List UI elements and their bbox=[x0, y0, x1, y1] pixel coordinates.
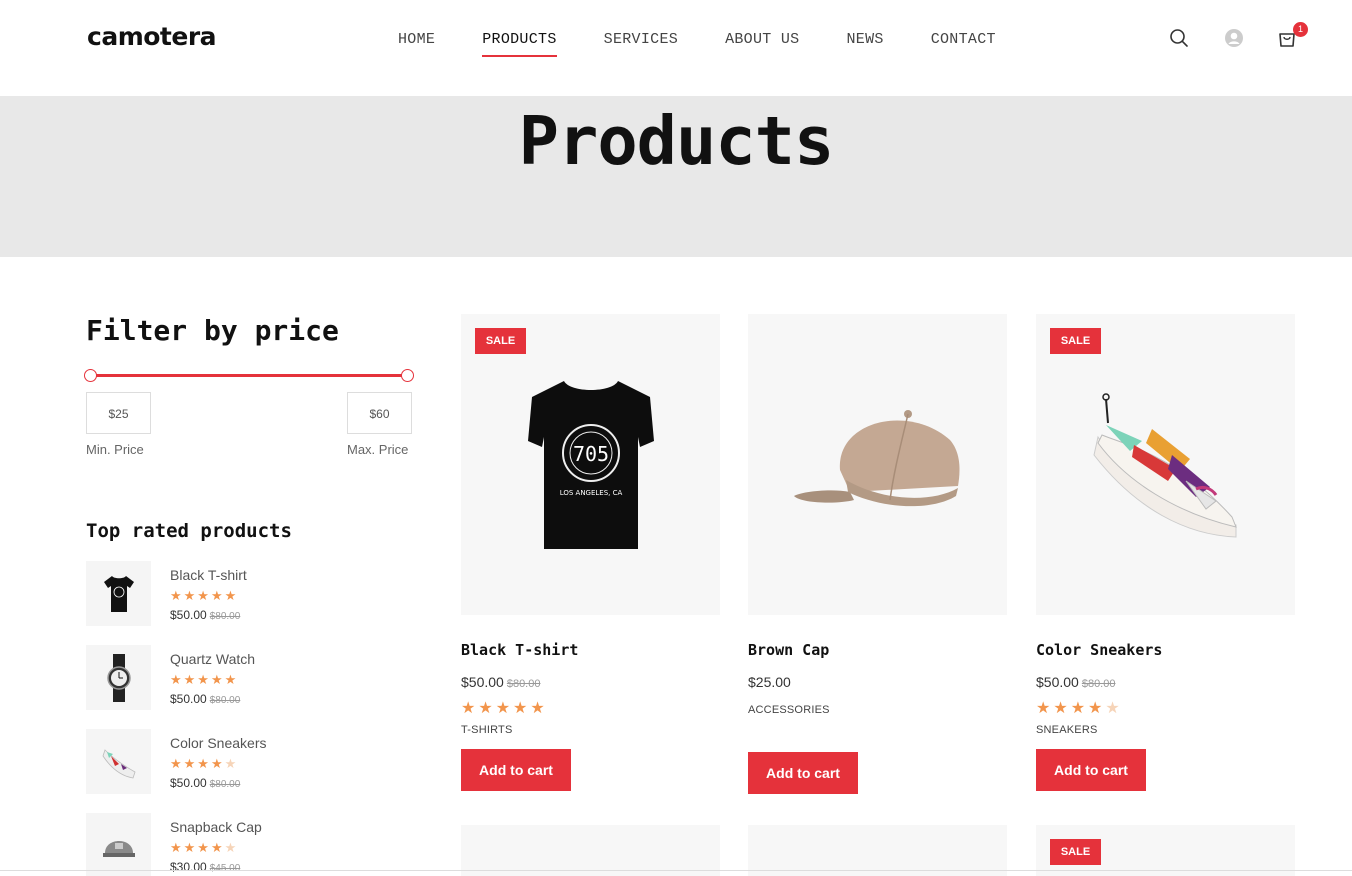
list-item[interactable]: Snapback Cap ★★★★★ $30.00 $45.00 bbox=[86, 813, 416, 876]
old-price: $80.00 bbox=[209, 611, 241, 622]
min-price-label: Min. Price bbox=[86, 442, 144, 457]
sidebar: Filter by price $25 $60 Min. Price Max. … bbox=[84, 314, 416, 876]
min-price-field[interactable]: $25 bbox=[86, 392, 151, 434]
page-title: Products bbox=[518, 102, 835, 180]
product-price: $50.00 $80.00 bbox=[170, 692, 240, 706]
product-price: $50.00 $80.00 bbox=[1036, 674, 1295, 690]
price: $25.00 bbox=[748, 674, 791, 690]
product-name[interactable]: Quartz Watch bbox=[170, 651, 255, 667]
product-name[interactable]: Color Sneakers bbox=[1036, 641, 1295, 659]
old-price: $80.00 bbox=[506, 678, 541, 690]
product-image[interactable]: SALE bbox=[1036, 314, 1295, 615]
product-image[interactable] bbox=[748, 314, 1007, 615]
old-price: $80.00 bbox=[1081, 678, 1116, 690]
svg-text:LOS ANGELES, CA: LOS ANGELES, CA bbox=[559, 489, 622, 497]
product-category[interactable]: ACCESSORIES bbox=[748, 704, 1007, 716]
product-thumbnail[interactable] bbox=[86, 729, 151, 794]
nav-home[interactable]: HOME bbox=[398, 31, 435, 57]
product-image[interactable]: SALE 705 LOS ANGELES, CA bbox=[461, 314, 720, 615]
page-banner: Products bbox=[0, 96, 1352, 257]
nav-about-us[interactable]: ABOUT US bbox=[725, 31, 799, 57]
nav-contact[interactable]: CONTACT bbox=[931, 31, 996, 57]
old-price: $80.00 bbox=[209, 695, 241, 706]
slider-track bbox=[90, 374, 407, 377]
product-name[interactable]: Black T-shirt bbox=[461, 641, 720, 659]
list-item[interactable]: Quartz Watch ★★★★★ $50.00 $80.00 bbox=[86, 645, 416, 729]
product-price: $50.00 $80.00 bbox=[170, 608, 240, 622]
product-price: $30.00 $45.00 bbox=[170, 860, 240, 874]
search-icon[interactable] bbox=[1169, 28, 1191, 50]
divider bbox=[0, 870, 1352, 871]
list-item[interactable]: Color Sneakers ★★★★★ $50.00 $80.00 bbox=[86, 729, 416, 813]
product-name[interactable]: Color Sneakers bbox=[170, 735, 267, 751]
price: $50.00 bbox=[1036, 674, 1079, 690]
rating-stars: ★★★★★ bbox=[170, 840, 239, 855]
product-thumbnail[interactable] bbox=[86, 813, 151, 876]
cart-count-badge: 1 bbox=[1293, 22, 1308, 37]
rating-stars: ★★★★★ bbox=[1036, 700, 1123, 717]
old-price: $45.00 bbox=[209, 863, 241, 874]
product-card: SALE 705 LOS ANGELES, CA Black T-shirt $… bbox=[461, 314, 720, 791]
product-name[interactable]: Black T-shirt bbox=[170, 567, 247, 583]
rating-stars: ★★★★★ bbox=[170, 756, 239, 771]
main-nav: HOME PRODUCTS SERVICES ABOUT US NEWS CON… bbox=[398, 31, 1043, 57]
logo[interactable]: camotera bbox=[87, 22, 217, 51]
rating-stars: ★★★★★ bbox=[170, 588, 239, 603]
filter-title: Filter by price bbox=[86, 314, 339, 347]
product-thumbnail[interactable] bbox=[86, 645, 151, 710]
price: $50.00 bbox=[170, 692, 207, 706]
sale-badge: SALE bbox=[1050, 839, 1101, 865]
product-card: SALE Color Sneakers $50.00 $80.00 ★★★★★ S… bbox=[1036, 314, 1295, 791]
sale-badge: SALE bbox=[475, 328, 526, 354]
top-rated-title: Top rated products bbox=[86, 520, 292, 542]
list-item[interactable]: Black T-shirt ★★★★★ $50.00 $80.00 bbox=[86, 561, 416, 645]
price: $30.00 bbox=[170, 860, 207, 874]
product-price: $50.00 $80.00 bbox=[170, 776, 240, 790]
max-price-label: Max. Price bbox=[347, 442, 409, 457]
product-card[interactable]: SALE bbox=[1036, 825, 1295, 876]
price-slider[interactable] bbox=[84, 369, 414, 382]
slider-max-handle[interactable] bbox=[401, 369, 414, 382]
price: $50.00 bbox=[170, 608, 207, 622]
nav-news[interactable]: NEWS bbox=[846, 31, 883, 57]
product-price: $50.00 $80.00 bbox=[461, 674, 720, 690]
product-name[interactable]: Snapback Cap bbox=[170, 819, 262, 835]
sale-badge: SALE bbox=[1050, 328, 1101, 354]
site-header: camotera HOME PRODUCTS SERVICES ABOUT US… bbox=[0, 0, 1352, 96]
product-price: $25.00 bbox=[748, 674, 1007, 690]
product-name[interactable]: Brown Cap bbox=[748, 641, 1007, 659]
nav-products[interactable]: PRODUCTS bbox=[482, 31, 558, 57]
price: $50.00 bbox=[461, 674, 504, 690]
add-to-cart-button[interactable]: Add to cart bbox=[461, 749, 571, 791]
add-to-cart-button[interactable]: Add to cart bbox=[1036, 749, 1146, 791]
product-card[interactable] bbox=[461, 825, 720, 876]
product-card[interactable] bbox=[748, 825, 1007, 876]
product-thumbnail[interactable] bbox=[86, 561, 151, 626]
slider-min-handle[interactable] bbox=[84, 369, 97, 382]
nav-services[interactable]: SERVICES bbox=[604, 31, 678, 57]
old-price: $80.00 bbox=[209, 779, 241, 790]
max-price-field[interactable]: $60 bbox=[347, 392, 412, 434]
product-category[interactable]: SNEAKERS bbox=[1036, 724, 1295, 736]
svg-text:705: 705 bbox=[572, 442, 608, 466]
product-category[interactable]: T-SHIRTS bbox=[461, 724, 720, 736]
product-card: Brown Cap $25.00 ACCESSORIES Add to cart bbox=[748, 314, 1007, 794]
cart-icon[interactable]: 1 bbox=[1278, 22, 1308, 50]
add-to-cart-button[interactable]: Add to cart bbox=[748, 752, 858, 794]
rating-stars: ★★★★★ bbox=[461, 700, 548, 717]
top-rated-list: Black T-shirt ★★★★★ $50.00 $80.00 Quartz … bbox=[86, 561, 416, 876]
price: $50.00 bbox=[170, 776, 207, 790]
rating-stars: ★★★★★ bbox=[170, 672, 239, 687]
user-avatar-icon[interactable] bbox=[1224, 28, 1246, 50]
